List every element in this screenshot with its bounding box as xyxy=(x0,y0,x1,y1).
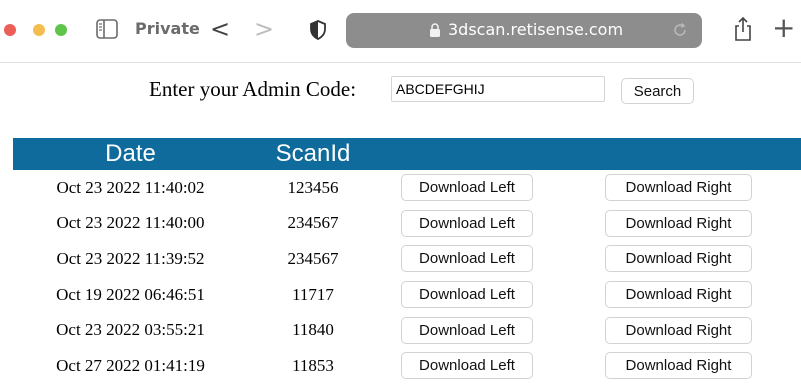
scanid-cell: 123456 xyxy=(287,177,339,197)
browser-toolbar: Private < > 3dscan.retisense.com + xyxy=(0,0,801,63)
scanid-cell: 234567 xyxy=(287,213,339,233)
share-icon[interactable] xyxy=(733,16,753,42)
table-row: Oct 27 2022 01:41:19 11853 Download Left… xyxy=(13,348,801,384)
download-left-button[interactable]: Download Left xyxy=(401,281,533,309)
shield-icon[interactable] xyxy=(310,20,326,40)
table-header-row: Date ScanId xyxy=(13,138,801,170)
chevron-right-icon[interactable]: > xyxy=(254,15,274,43)
search-button[interactable]: Search xyxy=(621,78,694,104)
column-header-left xyxy=(378,138,556,170)
scanid-cell: 11840 xyxy=(292,320,334,340)
chevron-left-icon[interactable]: < xyxy=(210,15,230,43)
download-right-button[interactable]: Download Right xyxy=(605,245,752,273)
scanid-cell: 11853 xyxy=(292,355,334,375)
download-left-button[interactable]: Download Left xyxy=(401,245,533,273)
table-row: Oct 23 2022 11:40:02 123456 Download Lef… xyxy=(13,170,801,206)
download-left-button[interactable]: Download Left xyxy=(401,352,533,380)
date-cell: Oct 23 2022 11:40:02 xyxy=(56,177,205,197)
admin-code-input[interactable] xyxy=(391,76,605,102)
download-right-button[interactable]: Download Right xyxy=(605,316,752,344)
download-right-button[interactable]: Download Right xyxy=(605,174,752,202)
table-row: Oct 23 2022 11:39:52 234567 Download Lef… xyxy=(13,241,801,277)
sidebar-icon[interactable] xyxy=(96,19,118,39)
plus-icon[interactable]: + xyxy=(772,14,795,42)
download-left-button[interactable]: Download Left xyxy=(401,316,533,344)
minimize-window-button[interactable] xyxy=(33,24,45,36)
column-header-date: Date xyxy=(105,140,156,167)
table-row: Oct 23 2022 11:40:00 234567 Download Lef… xyxy=(13,206,801,242)
close-window-button[interactable] xyxy=(4,24,16,36)
download-left-button[interactable]: Download Left xyxy=(401,209,533,237)
download-left-button[interactable]: Download Left xyxy=(401,174,533,202)
download-right-button[interactable]: Download Right xyxy=(605,352,752,380)
table-row: Oct 23 2022 03:55:21 11840 Download Left… xyxy=(13,312,801,348)
column-header-right xyxy=(556,138,801,170)
scan-results-table: Date ScanId Oct 23 2022 11:40:02 123456 … xyxy=(13,138,801,384)
table-row: Oct 19 2022 06:46:51 11717 Download Left… xyxy=(13,277,801,313)
private-browsing-label: Private xyxy=(135,19,200,38)
date-cell: Oct 23 2022 11:39:52 xyxy=(56,248,205,268)
address-bar[interactable]: 3dscan.retisense.com xyxy=(346,13,702,48)
column-header-scanid: ScanId xyxy=(275,140,351,167)
date-cell: Oct 23 2022 03:55:21 xyxy=(56,320,205,340)
date-cell: Oct 23 2022 11:40:00 xyxy=(56,213,205,233)
reload-icon[interactable] xyxy=(672,22,688,38)
maximize-window-button[interactable] xyxy=(55,24,67,36)
lock-icon xyxy=(430,23,440,37)
scanid-cell: 11717 xyxy=(292,284,334,304)
url-text: 3dscan.retisense.com xyxy=(448,20,624,39)
scanid-cell: 234567 xyxy=(287,248,339,268)
download-right-button[interactable]: Download Right xyxy=(605,209,752,237)
date-cell: Oct 27 2022 01:41:19 xyxy=(56,355,205,375)
date-cell: Oct 19 2022 06:46:51 xyxy=(56,284,205,304)
admin-code-label: Enter your Admin Code: xyxy=(149,77,357,101)
admin-code-form: Enter your Admin Code: Search xyxy=(0,74,801,106)
download-right-button[interactable]: Download Right xyxy=(605,281,752,309)
